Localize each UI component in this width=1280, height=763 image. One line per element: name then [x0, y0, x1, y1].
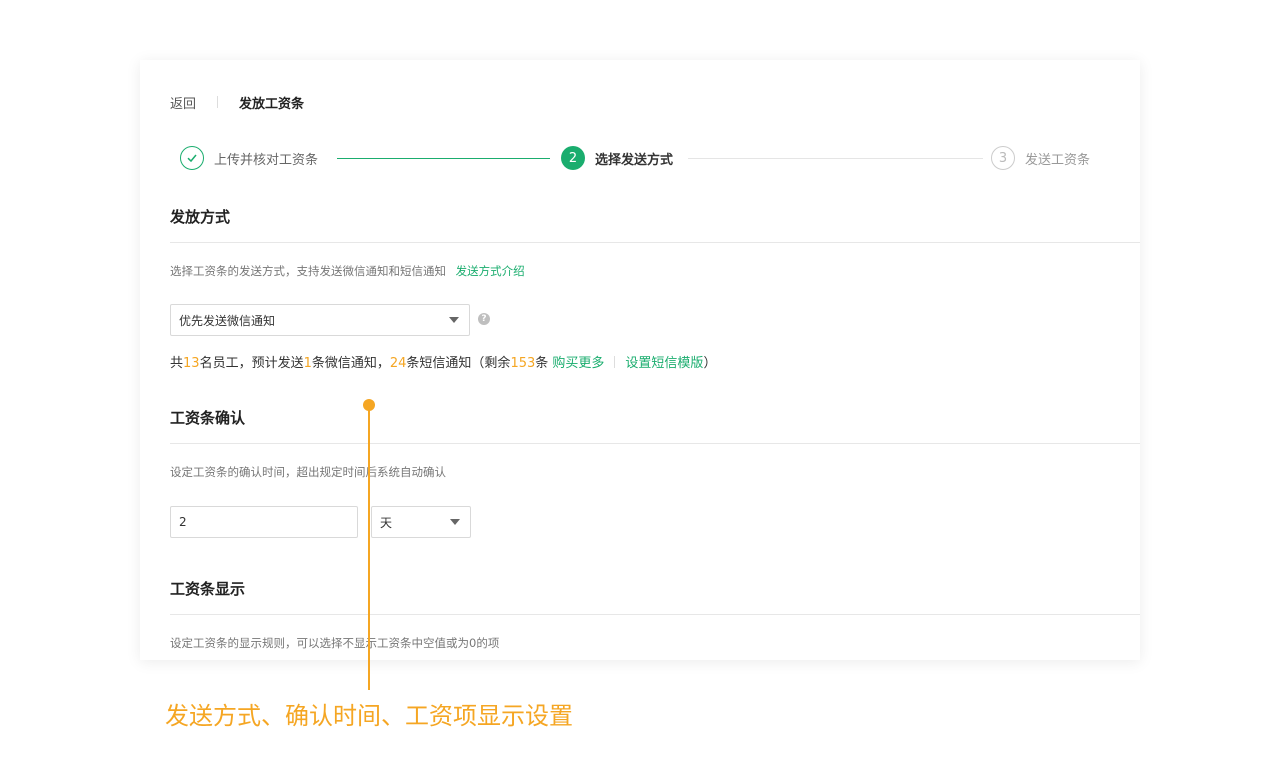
summary-text-3: 条短信通知（剩余 [406, 356, 511, 371]
send-method-select-value: 优先发送微信通知 [179, 313, 276, 328]
callout-text: 发送方式、确认时间、工资项显示设置 [165, 702, 573, 730]
step-connector-done [337, 158, 550, 159]
callout-dot [363, 399, 375, 411]
summary-text-2: 条微信通知， [311, 356, 390, 371]
sms-count: 24 [389, 356, 407, 371]
wechat-count: 1 [303, 356, 312, 371]
payslip-card: 返回 发放工资条 上传并核对工资条 2 选择发送方式 3 发送工资条 发放方式 … [140, 60, 1140, 660]
top-bar: 返回 发放工资条 [170, 93, 305, 112]
page-title: 发放工资条 [239, 96, 305, 112]
confirm-time-value: 2 [179, 515, 187, 529]
callout-line [368, 410, 370, 690]
check-icon [180, 146, 204, 170]
send-method-intro-link[interactable]: 发送方式介绍 [456, 264, 525, 278]
step-send: 3 发送工资条 [991, 144, 1090, 172]
time-unit-value: 天 [380, 515, 393, 530]
confirm-time-input[interactable]: 2 [170, 506, 358, 538]
buy-more-link[interactable]: 购买更多 [552, 356, 604, 371]
send-method-title: 发放方式 [170, 208, 231, 226]
progress-stepper: 上传并核对工资条 2 选择发送方式 3 发送工资条 [180, 144, 1100, 172]
confirm-description: 设定工资条的确认时间，超出规定时间后系统自动确认 [170, 465, 446, 479]
summary-prefix: 共 [170, 356, 184, 371]
step-send-method: 2 选择发送方式 [561, 144, 673, 172]
step-label-send-method: 选择发送方式 [595, 152, 674, 168]
sms-template-link[interactable]: 设置短信模版 [625, 356, 703, 371]
summary-suffix: ） [703, 356, 717, 371]
chevron-down-icon [450, 519, 460, 525]
send-method-select[interactable]: 优先发送微信通知 [170, 304, 470, 336]
step-upload: 上传并核对工资条 [180, 144, 318, 172]
display-title: 工资条显示 [170, 580, 246, 598]
step-number-3: 3 [991, 146, 1015, 170]
summary-text-4: 条 [535, 356, 553, 371]
display-divider [170, 614, 1140, 615]
send-method-divider [170, 242, 1140, 243]
link-divider [614, 356, 616, 368]
remaining-count: 153 [510, 356, 536, 371]
time-unit-select[interactable]: 天 [371, 506, 471, 538]
send-method-description: 选择工资条的发送方式，支持发送微信通知和短信通知 发送方式介绍 [170, 263, 525, 279]
step-label-upload: 上传并核对工资条 [214, 152, 319, 168]
display-description: 设定工资条的显示规则，可以选择不显示工资条中空值或为0的项 [170, 636, 500, 650]
employee-count: 13 [183, 356, 200, 371]
chevron-down-icon [449, 317, 459, 323]
help-icon[interactable]: ? [478, 313, 490, 325]
back-link[interactable]: 返回 [170, 93, 196, 112]
step-label-send: 发送工资条 [1025, 152, 1091, 168]
confirm-title: 工资条确认 [170, 409, 246, 427]
confirm-divider [170, 443, 1140, 444]
step-connector-todo [688, 158, 983, 159]
send-method-desc-text: 选择工资条的发送方式，支持发送微信通知和短信通知 [170, 264, 446, 278]
step-number-2: 2 [561, 146, 585, 170]
header-divider [217, 96, 219, 108]
send-summary: 共13名员工，预计发送1条微信通知，24条短信通知（剩余153条 购买更多 设置短… [170, 352, 716, 371]
summary-text-1: 名员工，预计发送 [199, 356, 304, 371]
